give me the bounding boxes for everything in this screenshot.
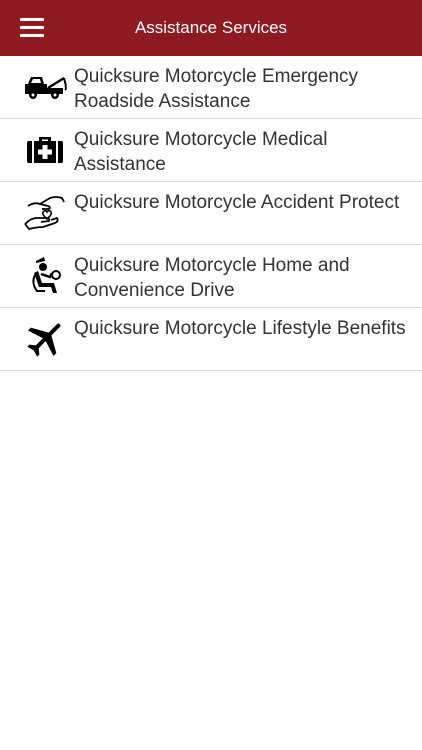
seated-driver-icon [22, 253, 68, 299]
caring-hands-icon [22, 190, 68, 236]
airplane-icon [22, 316, 68, 362]
service-label: Quicksure Motorcycle Accident Protect [74, 192, 400, 213]
page-title: Assistance Services [134, 18, 288, 37]
medical-kit-icon [22, 127, 68, 173]
app-screen: Assistance Services Quicksure Motorcycle… [0, 0, 422, 750]
service-label: Quicksure Motorcycle Emergency Roadside … [74, 66, 359, 112]
top-app-bar: Assistance Services [0, 0, 422, 56]
service-label: Quicksure Motorcycle Home and Convenienc… [74, 255, 350, 301]
service-item-lifestyle-benefits[interactable]: Quicksure Motorcycle Lifestyle Benefits [0, 308, 422, 371]
services-list: Quicksure Motorcycle Emergency Roadside … [0, 56, 422, 371]
service-item-emergency-roadside[interactable]: Quicksure Motorcycle Emergency Roadside … [0, 56, 422, 119]
tow-truck-icon [22, 64, 68, 110]
service-label: Quicksure Motorcycle Medical Assistance [74, 129, 328, 175]
service-item-medical[interactable]: Quicksure Motorcycle Medical Assistance [0, 119, 422, 182]
service-item-home-convenience-drive[interactable]: Quicksure Motorcycle Home and Convenienc… [0, 245, 422, 308]
service-item-accident-protect[interactable]: Quicksure Motorcycle Accident Protect [0, 182, 422, 245]
service-label: Quicksure Motorcycle Lifestyle Benefits [74, 318, 406, 339]
